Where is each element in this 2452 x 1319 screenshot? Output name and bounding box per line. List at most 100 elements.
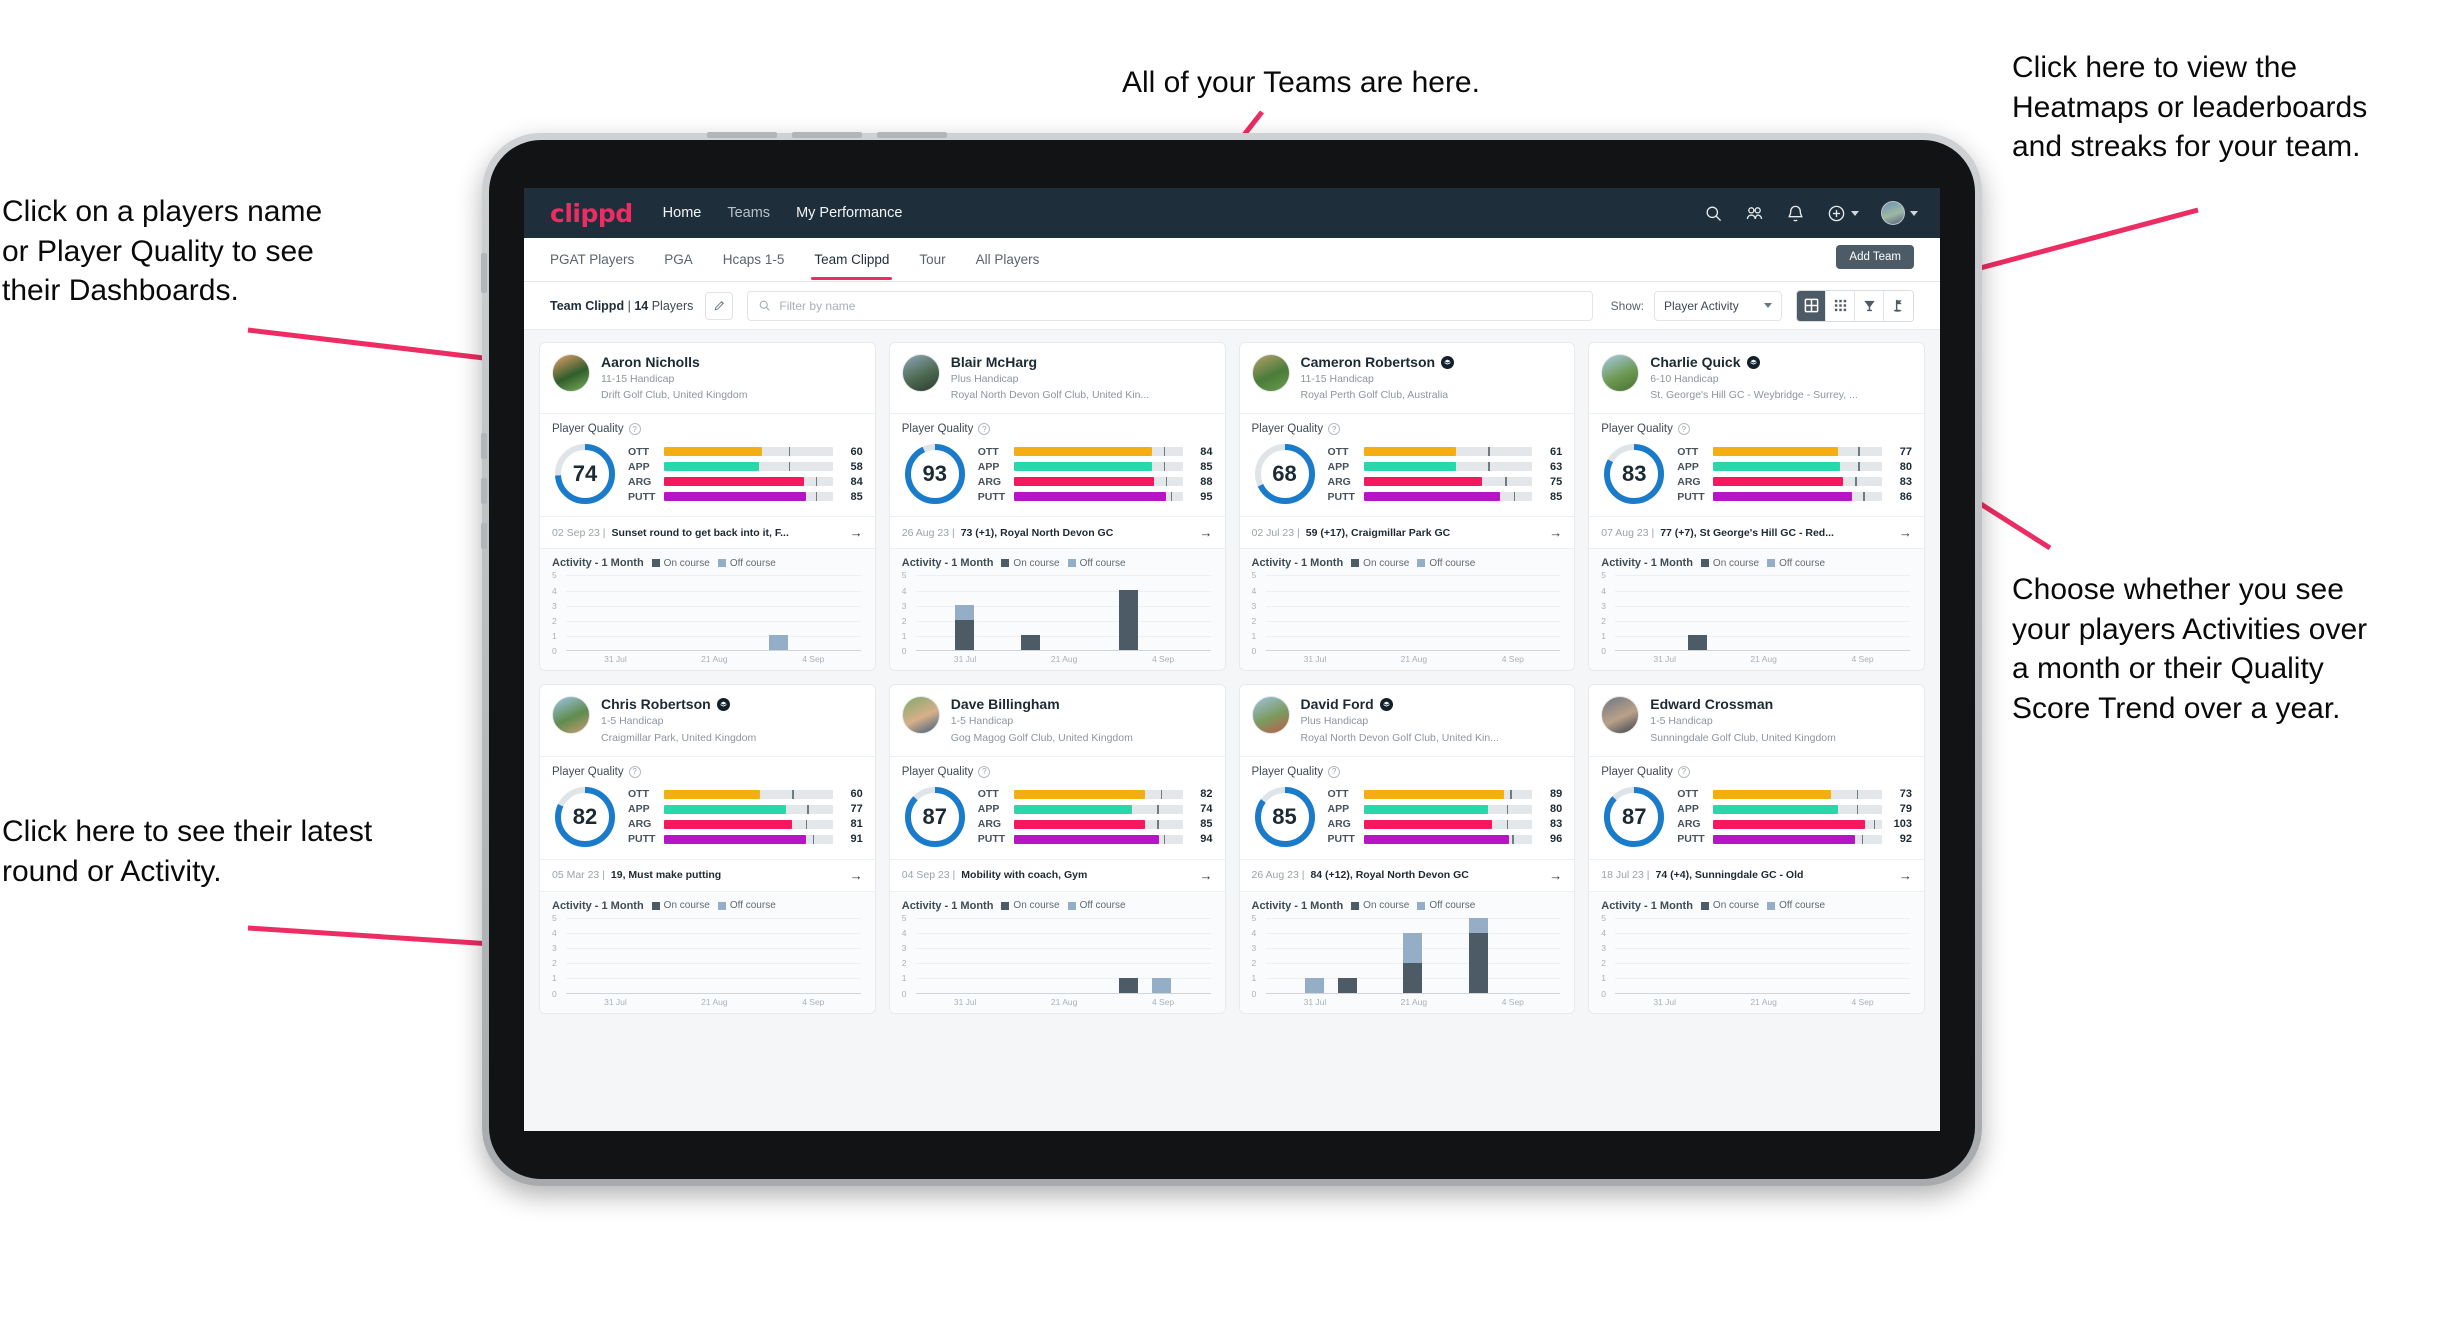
search-input[interactable]: Filter by name <box>747 290 1593 321</box>
clippd-logo[interactable]: clippd <box>550 199 633 228</box>
player-card[interactable]: Charlie Quick 6-10 Handicap St. George's H… <box>1588 342 1925 672</box>
player-card-header[interactable]: Charlie Quick 6-10 Handicap St. George's H… <box>1589 343 1924 415</box>
tab-tour[interactable]: Tour <box>919 241 945 278</box>
latest-round-row[interactable]: 02 Jul 23 | 59 (+17), Craigmillar Park GC… <box>1239 517 1575 550</box>
tab-pga[interactable]: PGA <box>664 241 693 278</box>
player-quality-section[interactable]: Player Quality? 87 OTT 73 APP 79 ARG 103 PUTT 92 <box>1589 757 1924 860</box>
show-select[interactable]: Player Activity <box>1654 290 1782 321</box>
player-card-header[interactable]: Chris Robertson 1-5 Handicap Craigmillar P… <box>540 685 875 757</box>
latest-round-row[interactable]: 02 Sep 23 | Sunset round to get back into… <box>540 517 875 550</box>
tab-hcaps-1-5[interactable]: Hcaps 1-5 <box>723 241 785 278</box>
nav-link-teams[interactable]: Teams <box>727 205 770 221</box>
player-card-header[interactable]: Blair McHarg Plus Handicap Royal North Dev… <box>889 343 1225 415</box>
add-menu[interactable] <box>1827 204 1859 223</box>
chart-y-tick: 4 <box>552 585 557 596</box>
player-card-header[interactable]: Aaron Nicholls 11-15 Handicap Drift Golf C… <box>540 343 875 415</box>
player-card-header[interactable]: David Ford Plus Handicap Royal North Devon… <box>1239 685 1575 757</box>
player-name-row[interactable]: Cameron Robertson <box>1301 354 1455 370</box>
player-quality-section[interactable]: Player Quality? 93 OTT 84 APP 85 ARG 88 PUTT 95 <box>889 414 1225 518</box>
latest-round-row[interactable]: 07 Aug 23 | 77 (+7), St George's Hill GC … <box>1589 517 1924 550</box>
player-quality-section[interactable]: Player Quality? 82 OTT 60 APP 77 ARG 81 PUTT 91 <box>540 757 875 860</box>
latest-round-row[interactable]: 26 Aug 23 | 84 (+12), Royal North Devon G… <box>1239 860 1575 892</box>
nav-link-home[interactable]: Home <box>663 205 702 221</box>
arrow-right-icon[interactable]: → <box>850 868 863 883</box>
chart-bar-stack <box>1468 917 1488 993</box>
player-name[interactable]: Dave Billingham <box>951 696 1060 712</box>
arrow-right-icon[interactable]: → <box>1899 525 1912 540</box>
arrow-right-icon[interactable]: → <box>1549 868 1562 883</box>
help-icon[interactable]: ? <box>978 765 991 778</box>
player-card[interactable]: Blair McHarg Plus Handicap Royal North Dev… <box>888 342 1226 672</box>
arrow-right-icon[interactable]: → <box>1200 868 1213 883</box>
player-name-row[interactable]: Aaron Nicholls <box>601 354 747 370</box>
help-icon[interactable]: ? <box>1328 765 1341 778</box>
tab-all-players[interactable]: All Players <box>976 241 1040 278</box>
player-card[interactable]: Aaron Nicholls 11-15 Handicap Drift Golf C… <box>539 342 876 672</box>
profile-menu[interactable] <box>1881 201 1918 225</box>
tab-pgat-players[interactable]: PGAT Players <box>550 241 634 278</box>
player-name-row[interactable]: David Ford <box>1301 696 1499 712</box>
player-name[interactable]: Charlie Quick <box>1650 354 1740 370</box>
arrow-right-icon[interactable]: → <box>850 525 863 540</box>
player-name-row[interactable]: Chris Robertson <box>601 696 756 712</box>
player-card-header[interactable]: Cameron Robertson 11-15 Handicap Royal Per… <box>1239 343 1575 415</box>
player-name[interactable]: Edward Crossman <box>1650 696 1773 712</box>
player-card-header[interactable]: Dave Billingham 1-5 Handicap Gog Magog Gol… <box>889 685 1225 757</box>
player-card[interactable]: Dave Billingham 1-5 Handicap Gog Magog Gol… <box>888 684 1226 1014</box>
player-name-row[interactable]: Charlie Quick <box>1650 354 1858 370</box>
metric-label: PUTT <box>628 490 656 503</box>
chart-legend-item: On course <box>651 900 710 911</box>
player-quality-section[interactable]: Player Quality? 85 OTT 89 APP 80 ARG 83 PUTT 96 <box>1239 757 1575 860</box>
player-card[interactable]: Cameron Robertson 11-15 Handicap Royal Per… <box>1238 342 1576 672</box>
latest-round-row[interactable]: 04 Sep 23 | Mobility with coach, Gym → <box>889 860 1225 892</box>
nav-link-my-performance[interactable]: My Performance <box>796 205 902 221</box>
chart-y-tick: 5 <box>552 912 557 923</box>
arrow-right-icon[interactable]: → <box>1899 868 1912 883</box>
help-icon[interactable]: ? <box>1328 423 1341 436</box>
tab-team-clippd[interactable]: Team Clippd <box>811 241 893 280</box>
help-icon[interactable]: ? <box>1677 765 1690 778</box>
help-icon[interactable]: ? <box>1677 423 1690 436</box>
player-card[interactable]: Chris Robertson 1-5 Handicap Craigmillar P… <box>539 684 876 1014</box>
player-quality-section[interactable]: Player Quality? 68 OTT 61 APP 63 ARG 75 PUTT 85 <box>1239 414 1575 518</box>
metric-label: APP <box>1327 460 1350 473</box>
player-quality-section[interactable]: Player Quality? 74 OTT 60 APP 58 ARG 84 PUTT 85 <box>540 414 875 518</box>
player-card-header[interactable]: Edward Crossman 1-5 Handicap Sunningdale G… <box>1589 685 1924 757</box>
plus-circle-icon[interactable] <box>1827 204 1846 223</box>
player-name[interactable]: David Ford <box>1301 696 1374 712</box>
help-icon[interactable]: ? <box>628 765 641 778</box>
people-icon[interactable] <box>1745 204 1764 223</box>
avatar[interactable] <box>1881 201 1905 225</box>
chart-bar-slot <box>1014 575 1047 651</box>
chart-legend-item: On course <box>1700 900 1759 911</box>
grid-small-icon[interactable] <box>1826 290 1855 321</box>
add-team-button[interactable]: Add Team <box>1836 245 1914 269</box>
arrow-right-icon[interactable]: → <box>1200 525 1213 540</box>
player-quality-label: Player Quality <box>1251 423 1324 436</box>
quality-metric-bars: OTT 73 APP 79 ARG 103 PUTT 92 <box>1677 788 1912 845</box>
arrow-right-icon[interactable]: → <box>1549 525 1562 540</box>
player-card[interactable]: Edward Crossman 1-5 Handicap Sunningdale G… <box>1588 684 1925 1014</box>
player-name[interactable]: Blair McHarg <box>951 354 1037 370</box>
search-icon[interactable] <box>1704 204 1723 223</box>
bell-icon[interactable] <box>1786 204 1805 223</box>
latest-round-row[interactable]: 05 Mar 23 | 19, Must make putting → <box>540 860 875 892</box>
shield-icon[interactable] <box>1855 290 1884 321</box>
chart-x-labels: 31 Jul 21 Aug 4 Sep <box>1615 997 1912 1007</box>
player-card[interactable]: David Ford Plus Handicap Royal North Devon… <box>1238 684 1576 1014</box>
player-name[interactable]: Chris Robertson <box>601 696 711 712</box>
pencil-icon[interactable] <box>705 291 734 320</box>
player-quality-section[interactable]: Player Quality? 87 OTT 82 APP 74 ARG 85 PUTT 94 <box>889 757 1225 860</box>
help-icon[interactable]: ? <box>978 423 991 436</box>
latest-round-row[interactable]: 26 Aug 23 | 73 (+1), Royal North Devon GC… <box>889 517 1225 550</box>
grid-large-icon[interactable] <box>1797 290 1826 321</box>
help-icon[interactable]: ? <box>628 423 641 436</box>
flag-icon[interactable] <box>1884 290 1913 321</box>
player-name-row[interactable]: Blair McHarg <box>951 354 1149 370</box>
player-name[interactable]: Aaron Nicholls <box>601 354 700 370</box>
latest-round-row[interactable]: 18 Jul 23 | 74 (+4), Sunningdale GC - Old… <box>1589 860 1924 892</box>
player-name[interactable]: Cameron Robertson <box>1301 354 1436 370</box>
player-name-row[interactable]: Edward Crossman <box>1650 696 1836 712</box>
player-quality-section[interactable]: Player Quality? 83 OTT 77 APP 80 ARG 83 PUTT 86 <box>1589 414 1924 518</box>
player-name-row[interactable]: Dave Billingham <box>951 696 1133 712</box>
